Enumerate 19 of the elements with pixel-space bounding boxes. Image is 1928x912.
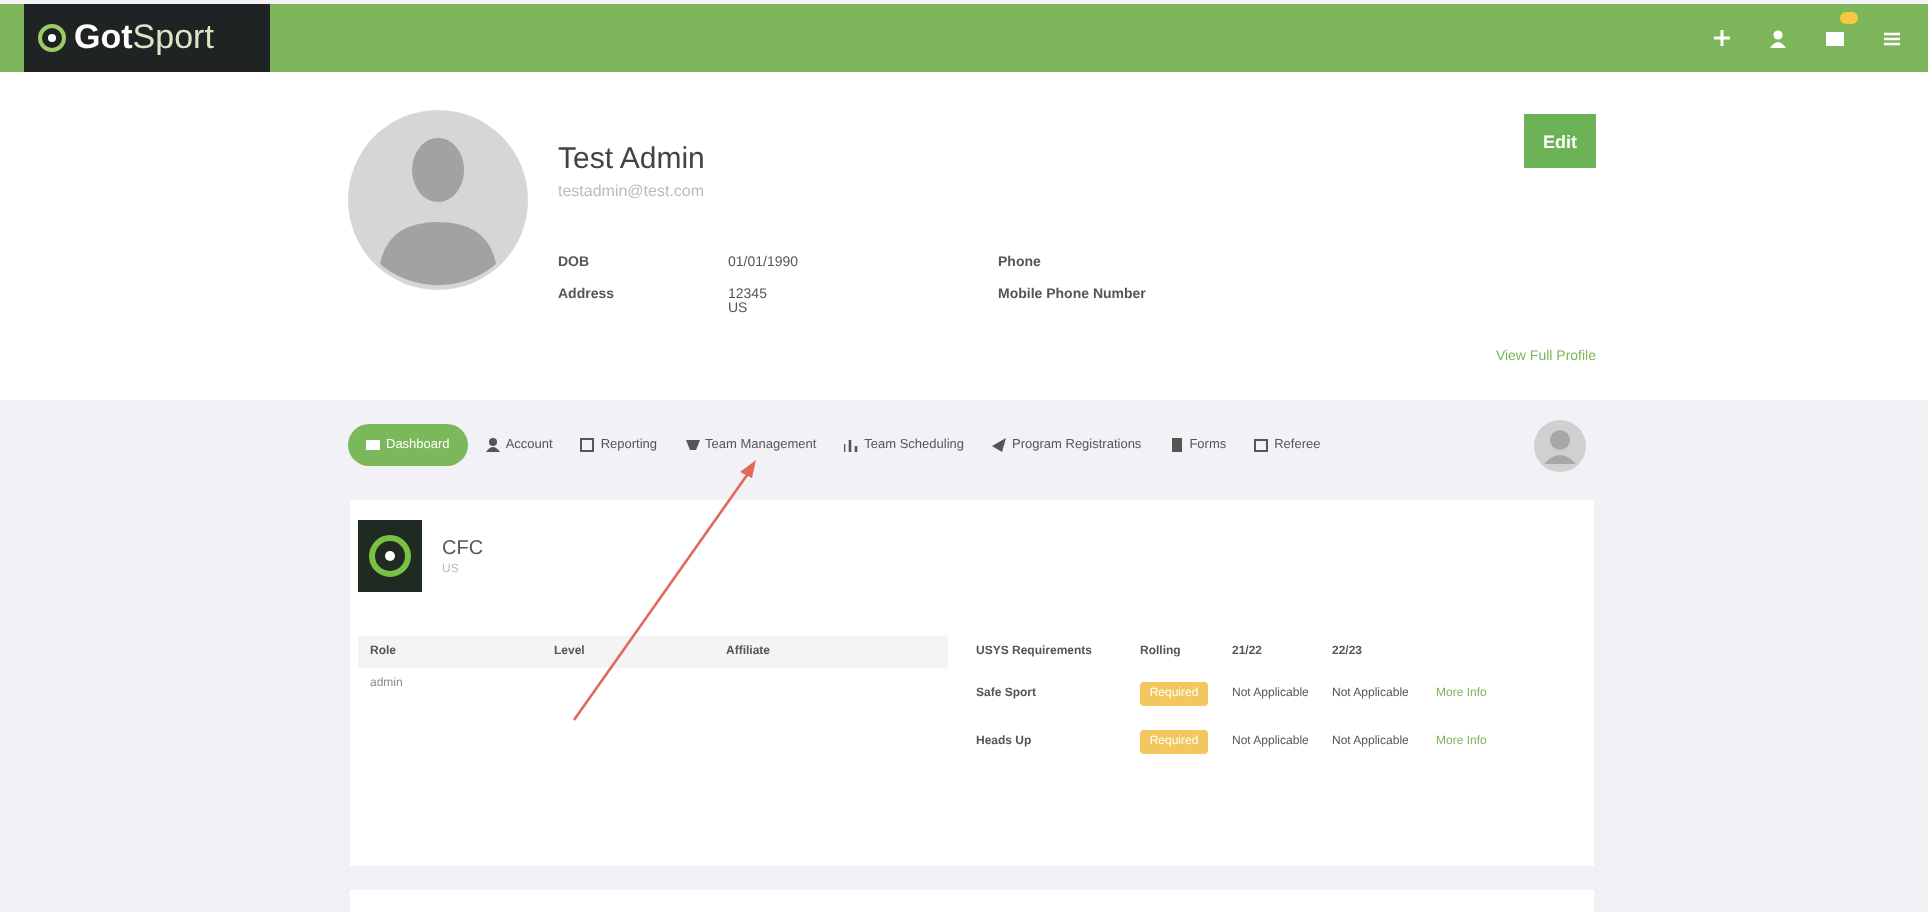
user-email: testadmin@test.com: [558, 182, 707, 200]
menu-icon: [1884, 31, 1900, 45]
file-icon: [1169, 438, 1184, 452]
logo-icon: [36, 22, 68, 54]
mail-icon: [1826, 32, 1844, 46]
bar-chart-icon: [844, 438, 859, 452]
user-avatar-icon: [1534, 419, 1586, 471]
dashboard-icon: [366, 438, 380, 452]
person-icon: [485, 438, 500, 452]
paper-plane-icon: [992, 438, 1007, 452]
badge-icon: [1840, 12, 1858, 24]
logo-bar[interactable]: GotSport: [24, 4, 270, 72]
club-name: CFC: [442, 538, 484, 560]
logo-text: GotSport: [74, 18, 214, 58]
plus-icon: [1714, 30, 1730, 46]
avatar-icon: [348, 110, 528, 290]
person-icon: [1770, 29, 1786, 47]
club-logo-icon: [358, 520, 422, 592]
user-name: Test Admin: [558, 142, 707, 176]
